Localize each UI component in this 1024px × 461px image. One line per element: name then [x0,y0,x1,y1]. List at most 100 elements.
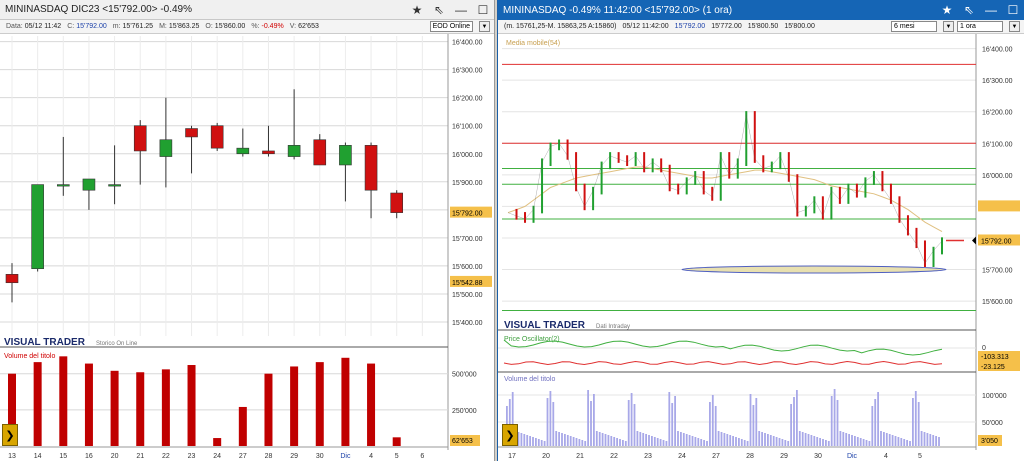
volume-bar [787,441,790,446]
scroll-right-arrow-icon[interactable]: ❯ [2,424,18,446]
titlebar[interactable]: MININASDAQ -0.49% 11:42:00 <15'792.00> (… [498,0,1024,20]
x-tick-label: 5 [395,453,399,460]
period-select[interactable]: 6 mesi [891,21,937,32]
osc-label-a: -103.313 [981,354,1009,361]
price-tick-label: 16'400.00 [452,40,483,47]
volume-bar [920,431,923,446]
source-select[interactable]: EOD Online [429,21,473,32]
volume-bar [932,435,935,446]
volume-bar [914,391,917,446]
info-field: 15'772.00 [711,23,742,30]
volume-tick-label: 500'000 [452,372,477,379]
volume-bar [738,438,740,446]
star-icon[interactable]: ★ [936,0,958,20]
x-tick-label: 13 [8,453,16,460]
price-tick-label: 15'500.00 [452,292,483,299]
volume-bar [659,439,662,446]
volume-bar [798,431,801,446]
drawn-ellipse-annotation [681,265,947,274]
quote-infobar: (m. 15761,25-M. 15863,25 A:15860) 05/12 1… [498,20,1024,34]
x-tick-label: 29 [780,453,788,460]
maximize-icon[interactable]: ☐ [472,0,494,20]
last-price-label: 15'792.00 [452,211,483,218]
volume-bar [859,438,862,446]
daily-chart-area[interactable]: 16'400.00 16'300.00 16'200.00 16'100.00 16'0… [0,34,494,461]
info-field: 15'800.50 [748,23,779,30]
shrink-arrow-icon[interactable]: ⇖ [428,0,450,20]
volume-bar [726,434,729,446]
interval-select[interactable]: 1 ora [957,21,1003,32]
candle-body [185,128,198,138]
volume-bar [822,439,824,446]
x-tick-label: 6 [420,453,424,460]
star-icon[interactable]: ★ [406,0,428,20]
x-tick-label: 21 [136,453,144,460]
volume-bar [871,406,874,446]
chevron-down-icon[interactable]: ▼ [943,21,954,32]
volume-bar [906,440,908,446]
volume-bar [581,440,584,446]
volume-bar [677,431,679,446]
volume-bar [367,363,376,446]
info-field: O: 15'860.00 [205,23,245,30]
minimize-icon[interactable]: — [980,0,1002,20]
minimize-icon[interactable]: — [450,0,472,20]
volume-bar [888,434,891,446]
info-value: -0.49% [261,23,284,30]
volume-bar [523,434,526,446]
volume-bar [680,432,682,446]
x-tick-label: 23 [188,453,196,460]
volume-bar [691,436,694,446]
x-tick-label: 27 [239,453,247,460]
volume-bar [622,440,624,446]
price-tick-label: 16'300.00 [982,78,1013,85]
info-key: V: [289,23,297,30]
volume-bar [865,440,868,446]
scroll-right-arrow-icon[interactable]: ❯ [502,424,518,446]
volume-bar [935,436,937,446]
candle-body [159,139,173,157]
volume-bar [917,402,920,446]
info-value: 05/12 11:42:00 [622,23,669,30]
info-value: 15'792.00 [674,23,706,30]
volume-bar [636,431,639,446]
volume-bar [633,404,636,446]
volume-bar [836,400,839,446]
price-tick-label: 15'600.00 [452,264,483,271]
volume-pane-title: Volume del titolo [4,353,55,360]
shrink-arrow-icon[interactable]: ⇖ [958,0,980,20]
volume-bar [819,438,821,446]
volume-bar [651,436,653,446]
volume-bar [851,435,853,446]
x-tick-label: 24 [213,453,221,460]
price-tick-label: 15'600.00 [982,299,1013,306]
maximize-icon[interactable]: ☐ [1002,0,1024,20]
volume-bar [801,432,804,446]
titlebar[interactable]: MININASDAQ DIC23 <15'792.00> -0.49% ★ ⇖ … [0,0,494,20]
volume-bar [825,440,827,446]
info-key: %: [251,23,260,30]
volume-bar [33,362,42,446]
candle-body [339,145,352,166]
volume-bar [827,441,830,446]
info-value: 15'761.25 [122,23,154,30]
x-tick-label: 15 [59,453,67,460]
volume-bar [668,392,671,446]
info-field: 05/12 11:42:00 [622,23,668,30]
x-tick-label: 4 [884,453,888,460]
candle-body [390,192,404,213]
info-value: 15'800.50 [747,23,779,30]
info-value: 15'792.00 [76,23,107,30]
info-value: 15'860.00 [214,23,246,30]
chevron-down-icon[interactable]: ▼ [1009,21,1020,32]
intraday-chart-area[interactable]: 16'400.00 16'300.00 16'200.00 16'100.00 16'0… [498,34,1024,461]
price-badge [978,200,1020,212]
candle-body [210,125,224,149]
low-marker-label: 15'542.88 [452,280,483,287]
volume-bar [772,436,775,446]
volume-bar [740,439,743,446]
chevron-down-icon[interactable]: ▼ [479,21,490,32]
volume-bar [926,433,929,446]
price-tick-label: 16'400.00 [982,47,1013,54]
volume-bar [706,441,708,446]
